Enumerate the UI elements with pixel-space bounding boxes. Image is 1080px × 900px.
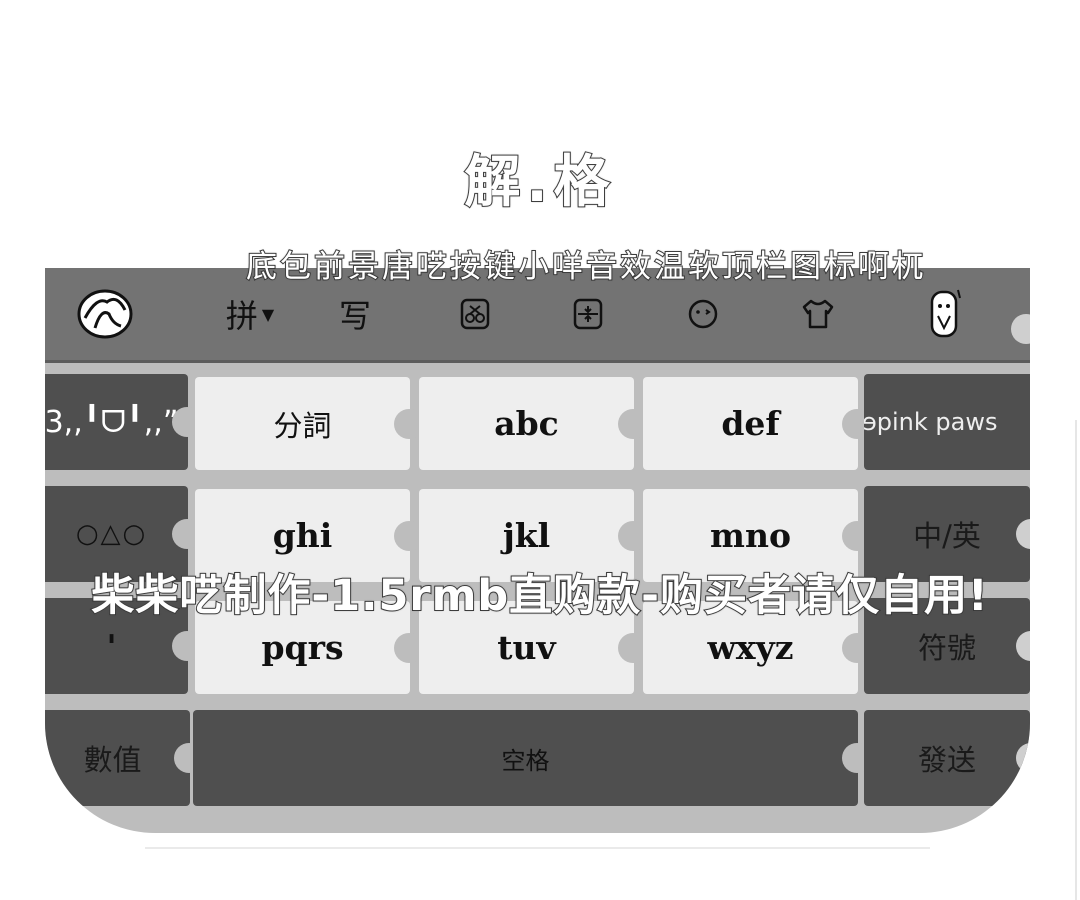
toolbar-edge-knob	[1011, 314, 1030, 344]
key-label: 分詞	[273, 408, 332, 443]
key-space[interactable]: 空格	[193, 710, 872, 806]
key-fenci[interactable]: 分詞	[195, 377, 424, 470]
key-label: jkl	[502, 516, 551, 555]
key-label: mno	[710, 516, 791, 555]
key-label: ɘpink paws	[864, 408, 998, 436]
key-label: '	[106, 626, 117, 666]
watermark-text: 柴柴呓制作-1.5rmb直购款-购买者请仅自用!	[90, 570, 989, 622]
key-def[interactable]: def	[643, 377, 872, 470]
key-label: pqrs	[261, 628, 344, 667]
key-label: def	[721, 404, 780, 443]
subtitle-credits: 底包前景唐呓按键小咩音效温软顶栏图标啊杌	[245, 248, 926, 286]
page-title: 解.格	[463, 149, 616, 216]
key-label: 3,,╹ᗜ╹,,”	[45, 404, 179, 440]
caret-down-icon: ▼	[261, 304, 275, 324]
key-label: wxyz	[707, 628, 794, 667]
key-kaomoji[interactable]: 3,,╹ᗜ╹,,”	[45, 374, 202, 470]
pinyin-label: 拼	[225, 297, 258, 335]
key-label: 數值	[83, 743, 142, 777]
key-label: 符號	[917, 631, 976, 665]
key-label: ○△○	[75, 519, 148, 549]
avatar-icon[interactable]	[75, 268, 135, 360]
key-numbers[interactable]: 數值	[45, 710, 204, 806]
key-label: 發送	[917, 743, 976, 777]
divider	[1075, 420, 1077, 900]
key-label: 空格	[501, 746, 550, 775]
keyboard-preview: 拼 ▼ 写 3,,╹ᗜ╹,,” 分詞 abc def ɘpink paws ○△…	[45, 268, 1030, 833]
key-label: ghi	[272, 516, 333, 555]
mascot-icon[interactable]	[920, 268, 970, 360]
key-label: 中/英	[913, 519, 981, 553]
key-pink-paws[interactable]: ɘpink paws	[864, 374, 1030, 470]
key-label: tuv	[497, 628, 556, 667]
divider	[145, 847, 930, 849]
handwrite-label: 写	[338, 297, 371, 335]
key-label: abc	[494, 404, 559, 443]
key-send[interactable]: 發送	[864, 710, 1030, 806]
key-abc[interactable]: abc	[419, 377, 648, 470]
